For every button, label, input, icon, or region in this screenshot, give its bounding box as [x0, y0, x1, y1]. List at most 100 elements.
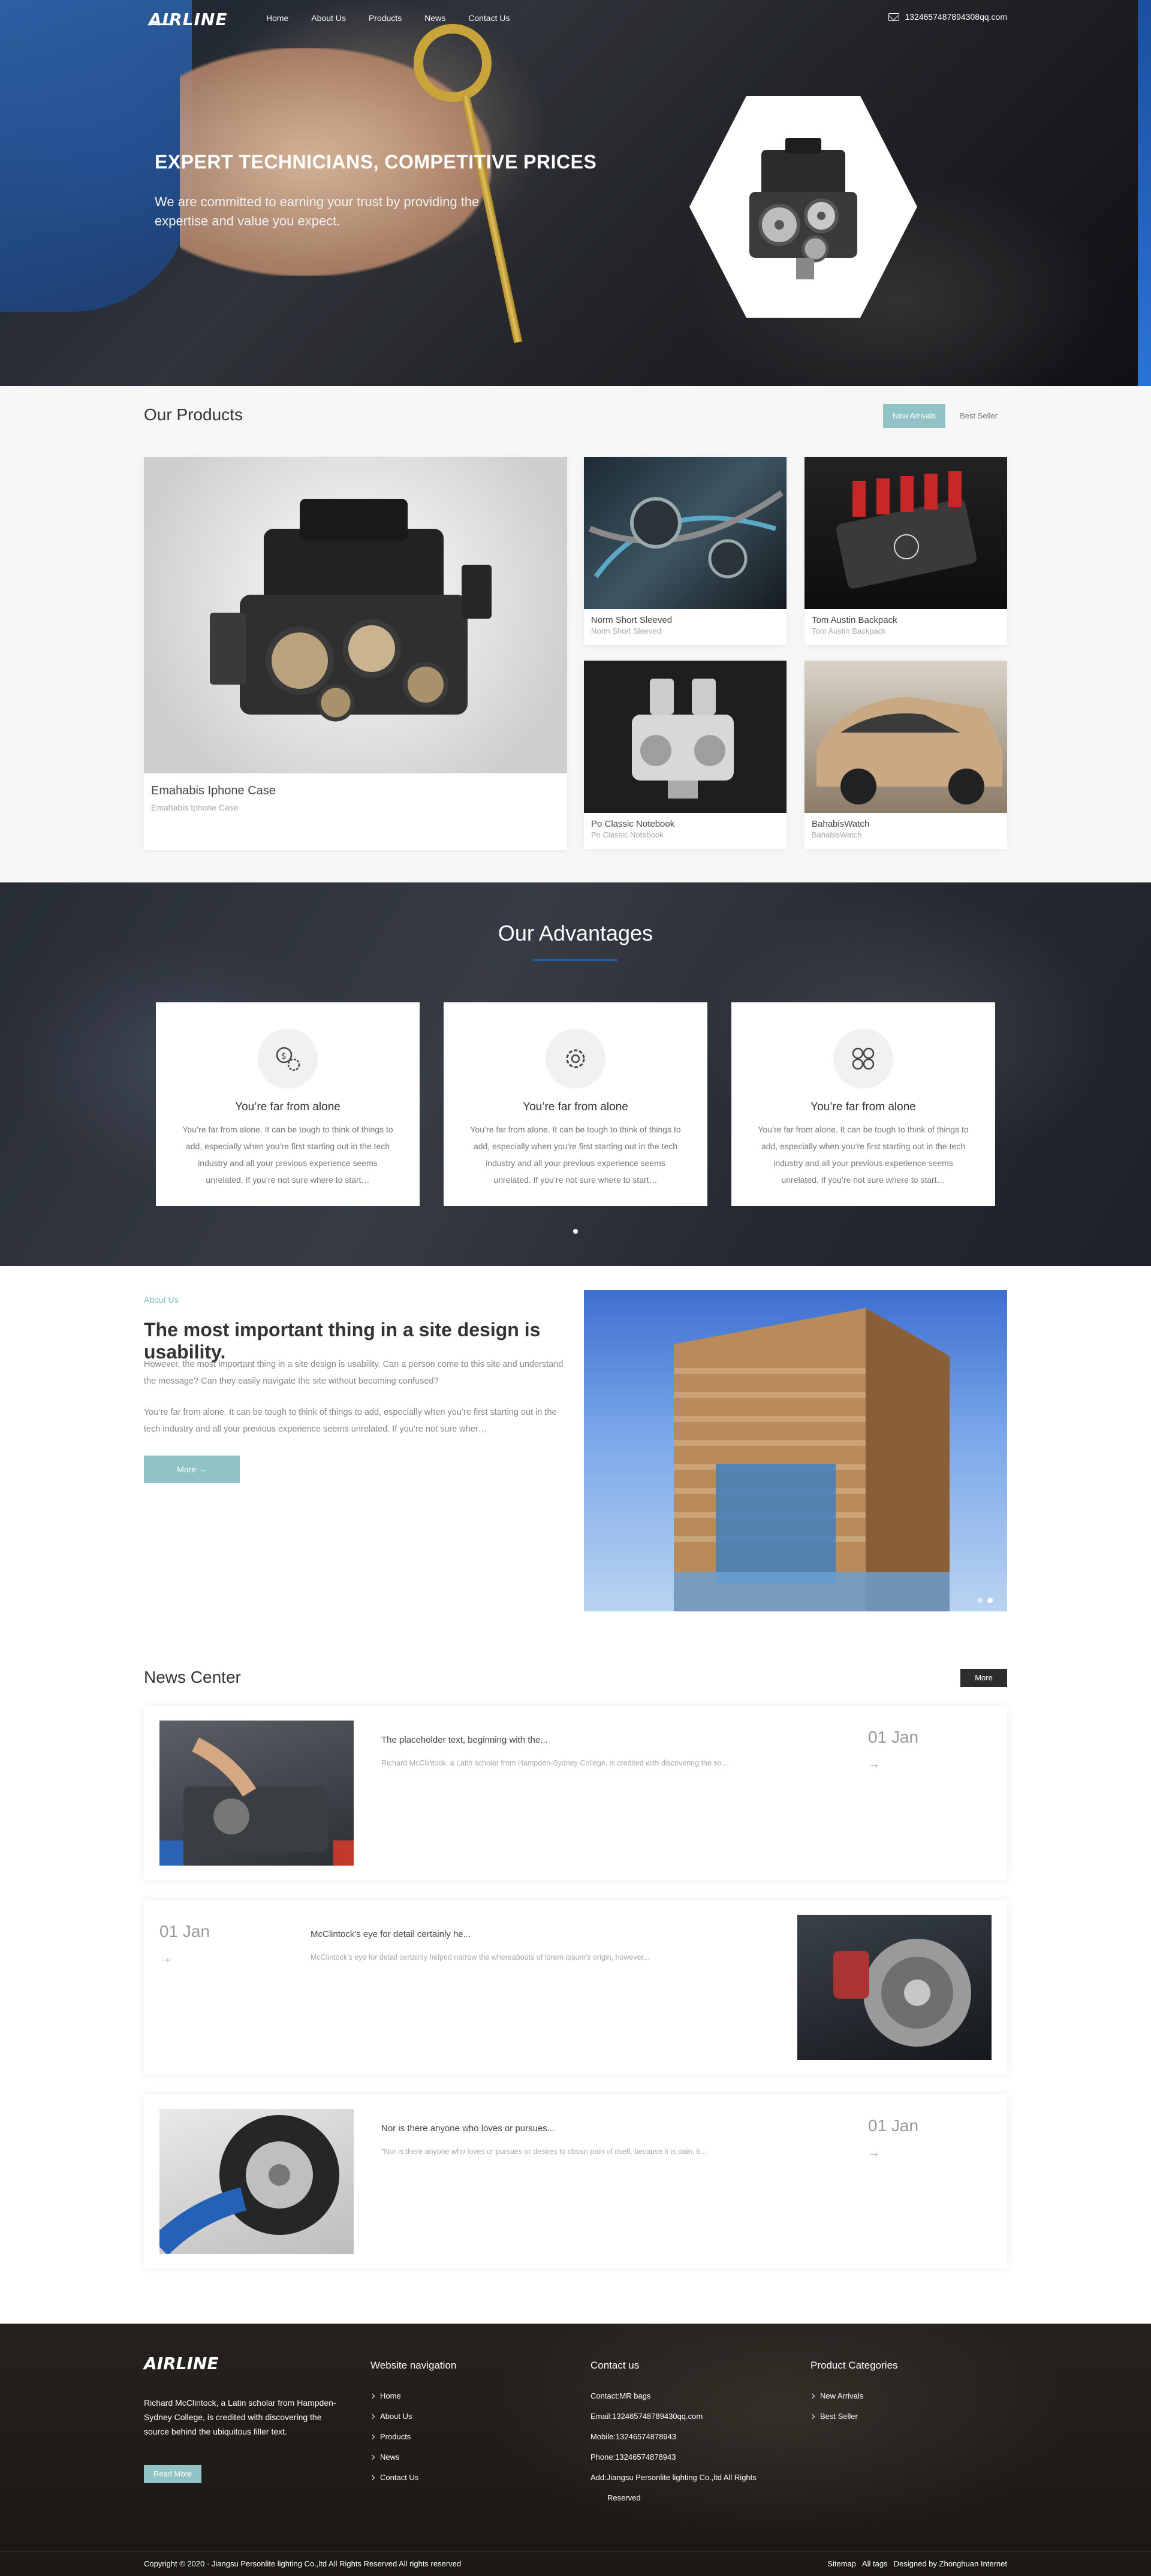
news-image: [159, 1721, 354, 1866]
top-nav: AIRLINE Home About Us Products News Cont…: [0, 0, 1151, 38]
news-description: Richard McClintock, a Latin scholar from…: [381, 1759, 728, 1767]
footer-nav-link-about-us[interactable]: About Us: [369, 2406, 456, 2427]
hero-title: EXPERT TECHNICIANS, COMPETITIVE PRICES: [155, 151, 597, 173]
footer-contact-address: Add:Jiangsu Personlite lighting Co.,ltd …: [590, 2473, 757, 2482]
gear-icon: [546, 1029, 605, 1089]
product-image: [584, 661, 787, 813]
advantages-heading: Our Advantages: [498, 921, 653, 945]
footer-contact-address-cont: Reserved: [607, 2493, 641, 2502]
footer-column-heading: Product Categories: [810, 2360, 898, 2371]
news-description: McClintock's eye for detail certainly he…: [311, 1953, 650, 1962]
nav-link-contact-us[interactable]: Contact Us: [468, 13, 510, 23]
footer-nav-column: Website navigation Home About Us Product…: [369, 2360, 457, 2488]
products-heading: Our Products: [144, 405, 243, 424]
footer-bottom-links: Sitemap All tags Designed by Zhonghuan I…: [827, 2559, 1007, 2568]
chevron-right-icon: [369, 2414, 375, 2420]
arrow-right-icon[interactable]: →: [868, 2146, 880, 2160]
footer-cat-link-new-arrivals[interactable]: New Arrivals: [809, 2386, 898, 2406]
footer-link-sitemap[interactable]: Sitemap: [827, 2559, 856, 2568]
footer-link-designer[interactable]: Designed by Zhonghuan Internet: [894, 2559, 1007, 2568]
product-card[interactable]: BahabisWatch BahabisWatch: [805, 661, 1007, 849]
advantages-underline: [534, 959, 617, 961]
product-title: Po Classic Notebook: [591, 819, 675, 829]
chevron-right-icon: [809, 2414, 815, 2420]
about-section: About Us The most important thing in a s…: [0, 1266, 1151, 1651]
nav-link-about-us[interactable]: About Us: [311, 13, 346, 23]
about-kicker: About Us: [144, 1295, 179, 1304]
product-title: Tom Austin Backpack: [812, 615, 897, 625]
nav-link-news[interactable]: News: [424, 13, 445, 23]
product-subtitle: Po Classic Notebook: [591, 830, 664, 839]
news-card[interactable]: The placeholder text, beginning with the…: [144, 1706, 1007, 1880]
advantage-body: You’re far from alone. It can be tough t…: [470, 1125, 681, 1185]
news-more-button[interactable]: More: [960, 1669, 1007, 1687]
chevron-right-icon: [369, 2454, 375, 2460]
product-subtitle: Norm Short Sleeved: [591, 626, 662, 635]
footer-link-label: Home: [380, 2391, 401, 2400]
arrow-right-icon[interactable]: →: [159, 1952, 171, 1966]
footer-nav-link-home[interactable]: Home: [369, 2386, 456, 2406]
arrow-right-icon[interactable]: →: [868, 1758, 880, 1771]
footer-link-label: About Us: [380, 2412, 412, 2421]
product-image: [805, 661, 1007, 813]
advantage-card[interactable]: You’re far from alone You’re far from al…: [731, 1002, 995, 1206]
footer-nav-link-news[interactable]: News: [369, 2447, 456, 2467]
footer-contact-phone: Phone:13246574878943: [590, 2453, 676, 2461]
about-building-image: [584, 1290, 1007, 1611]
chevron-right-icon: [809, 2393, 815, 2399]
hero-side-rail: [1138, 0, 1151, 386]
footer-link-all-tags[interactable]: All tags: [862, 2559, 888, 2568]
product-card[interactable]: Tom Austin Backpack Tom Austin Backpack: [805, 457, 1007, 645]
news-card[interactable]: Nor is there anyone who loves or pursues…: [144, 2095, 1007, 2268]
logo[interactable]: AIRLINE: [148, 10, 234, 29]
footer-column-heading: Website navigation: [370, 2360, 457, 2371]
news-card[interactable]: 01 Jan → McClintock's eye for detail cer…: [144, 1900, 1007, 2074]
footer-link-label: Best Seller: [820, 2412, 858, 2421]
logo-text: AIRLINE: [149, 10, 228, 29]
footer-logo[interactable]: AIRLINE: [144, 2354, 229, 2373]
pagination-dot[interactable]: [977, 1598, 983, 1603]
footer-nav-link-products[interactable]: Products: [369, 2427, 456, 2447]
nav-link-home[interactable]: Home: [266, 13, 288, 23]
hero-banner: AIRLINE Home About Us Products News Cont…: [0, 0, 1151, 386]
product-card[interactable]: Po Classic Notebook Po Classic Notebook: [584, 661, 787, 849]
nav-link-products[interactable]: Products: [369, 13, 402, 23]
news-title: McClintock's eye for detail certainly he…: [311, 1929, 471, 1939]
footer-contact-line: Contact:MR bags: [590, 2391, 651, 2400]
hero-hexagon-frame: [689, 96, 917, 318]
logo-swoosh: [148, 23, 172, 25]
nav-email[interactable]: 1324657487894308qq.com: [888, 12, 1007, 22]
about-paragraph: However, the most important thing in a s…: [144, 1360, 564, 1386]
about-more-button[interactable]: More →: [144, 1456, 240, 1483]
product-card[interactable]: Norm Short Sleeved Norm Short Sleeved: [584, 457, 787, 645]
chevron-right-icon: [369, 2475, 375, 2481]
footer-contact-email[interactable]: Email:132465748789430qq.com: [590, 2406, 757, 2427]
news-description: "Nor is there anyone who loves or pursue…: [381, 2147, 707, 2156]
footer-contact-mobile: Mobile:13246574878943: [590, 2432, 677, 2441]
footer-categories-column: Product Categories New Arrivals Best Sel…: [809, 2360, 898, 2427]
news-date: 01 Jan: [868, 2116, 919, 2135]
about-paragraph: You’re far from alone. It can be tough t…: [144, 1408, 557, 1434]
advantage-card[interactable]: You’re far from alone You’re far from al…: [444, 1002, 707, 1206]
product-title: BahabisWatch: [812, 819, 870, 829]
footer-link-label: News: [380, 2453, 400, 2461]
advantage-card[interactable]: $ You’re far from alone You’re far from …: [156, 1002, 420, 1206]
tab-new-arrivals[interactable]: New Arrivals: [882, 404, 946, 428]
hero-text: EXPERT TECHNICIANS, COMPETITIVE PRICES W…: [155, 151, 596, 231]
footer-read-more-button[interactable]: Read More: [144, 2465, 201, 2483]
pagination-dot[interactable]: [573, 1229, 578, 1234]
about-image-pagination: [977, 1598, 993, 1603]
product-card-featured[interactable]: Emahabis Iphone Case Emahabis Iphone Cas…: [144, 457, 567, 850]
advantage-title: You’re far from alone: [810, 1101, 916, 1113]
advantage-title: You’re far from alone: [523, 1101, 628, 1113]
news-title: The placeholder text, beginning with the…: [381, 1735, 548, 1745]
footer-nav-link-contact-us[interactable]: Contact Us: [369, 2467, 456, 2488]
footer-cat-link-best-seller[interactable]: Best Seller: [809, 2406, 898, 2427]
products-tabs: New Arrivals Best Seller: [882, 404, 1007, 428]
pagination-dot[interactable]: [987, 1598, 993, 1603]
mail-icon: [888, 13, 899, 21]
product-subtitle: Tom Austin Backpack: [812, 626, 886, 635]
news-image: [797, 1915, 992, 2060]
tab-best-seller[interactable]: Best Seller: [950, 404, 1007, 428]
footer-copyright: Copyright © 2020 · Jiangsu Personlite li…: [144, 2559, 462, 2568]
